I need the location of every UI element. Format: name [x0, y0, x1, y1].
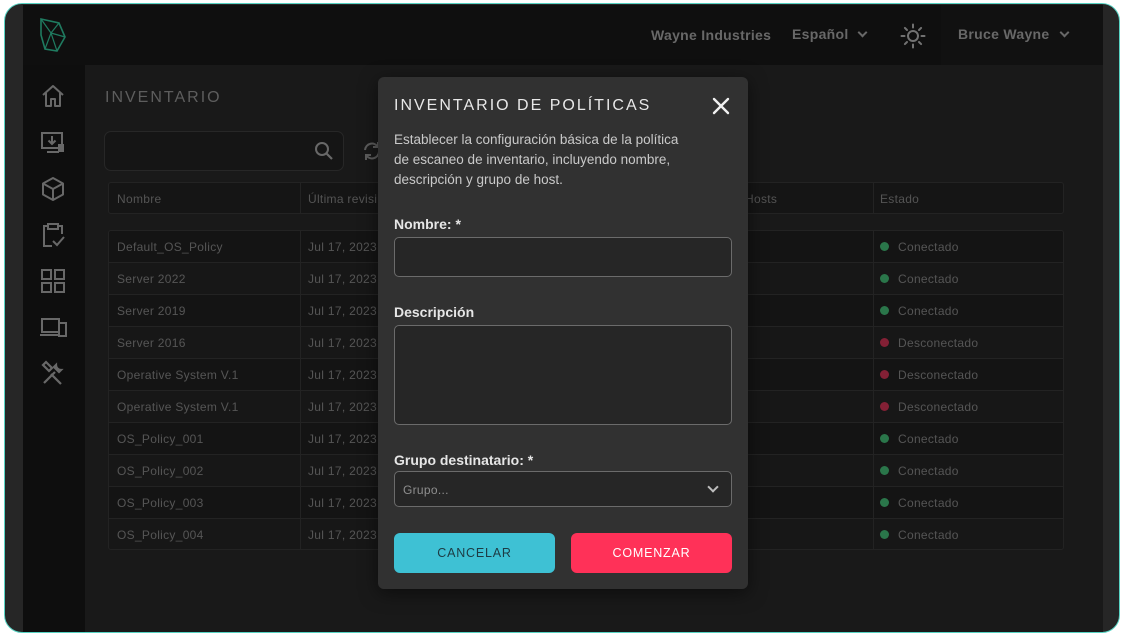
description-textarea[interactable] [394, 325, 732, 425]
start-button[interactable]: COMENZAR [571, 533, 732, 573]
policy-modal: INVENTARIO DE POLÍTICAS Establecer la co… [378, 77, 748, 589]
modal-title: INVENTARIO DE POLÍTICAS [394, 97, 652, 114]
chevron-down-icon [707, 481, 719, 493]
description-label: Descripción [394, 304, 475, 320]
app-window: Wayne Industries Español Bruce Wayne INV… [23, 5, 1103, 632]
group-label: Grupo destinatario: * [394, 452, 534, 468]
modal-description: Establecer la configuración básica de la… [394, 132, 679, 187]
group-select[interactable]: Grupo... [394, 471, 732, 507]
group-select-placeholder: Grupo... [403, 483, 449, 497]
name-label: Nombre: * [394, 216, 461, 232]
close-icon[interactable] [712, 97, 730, 115]
cancel-button[interactable]: CANCELAR [394, 533, 555, 573]
app-frame: Wayne Industries Español Bruce Wayne INV… [4, 3, 1120, 633]
name-input[interactable] [394, 237, 732, 277]
